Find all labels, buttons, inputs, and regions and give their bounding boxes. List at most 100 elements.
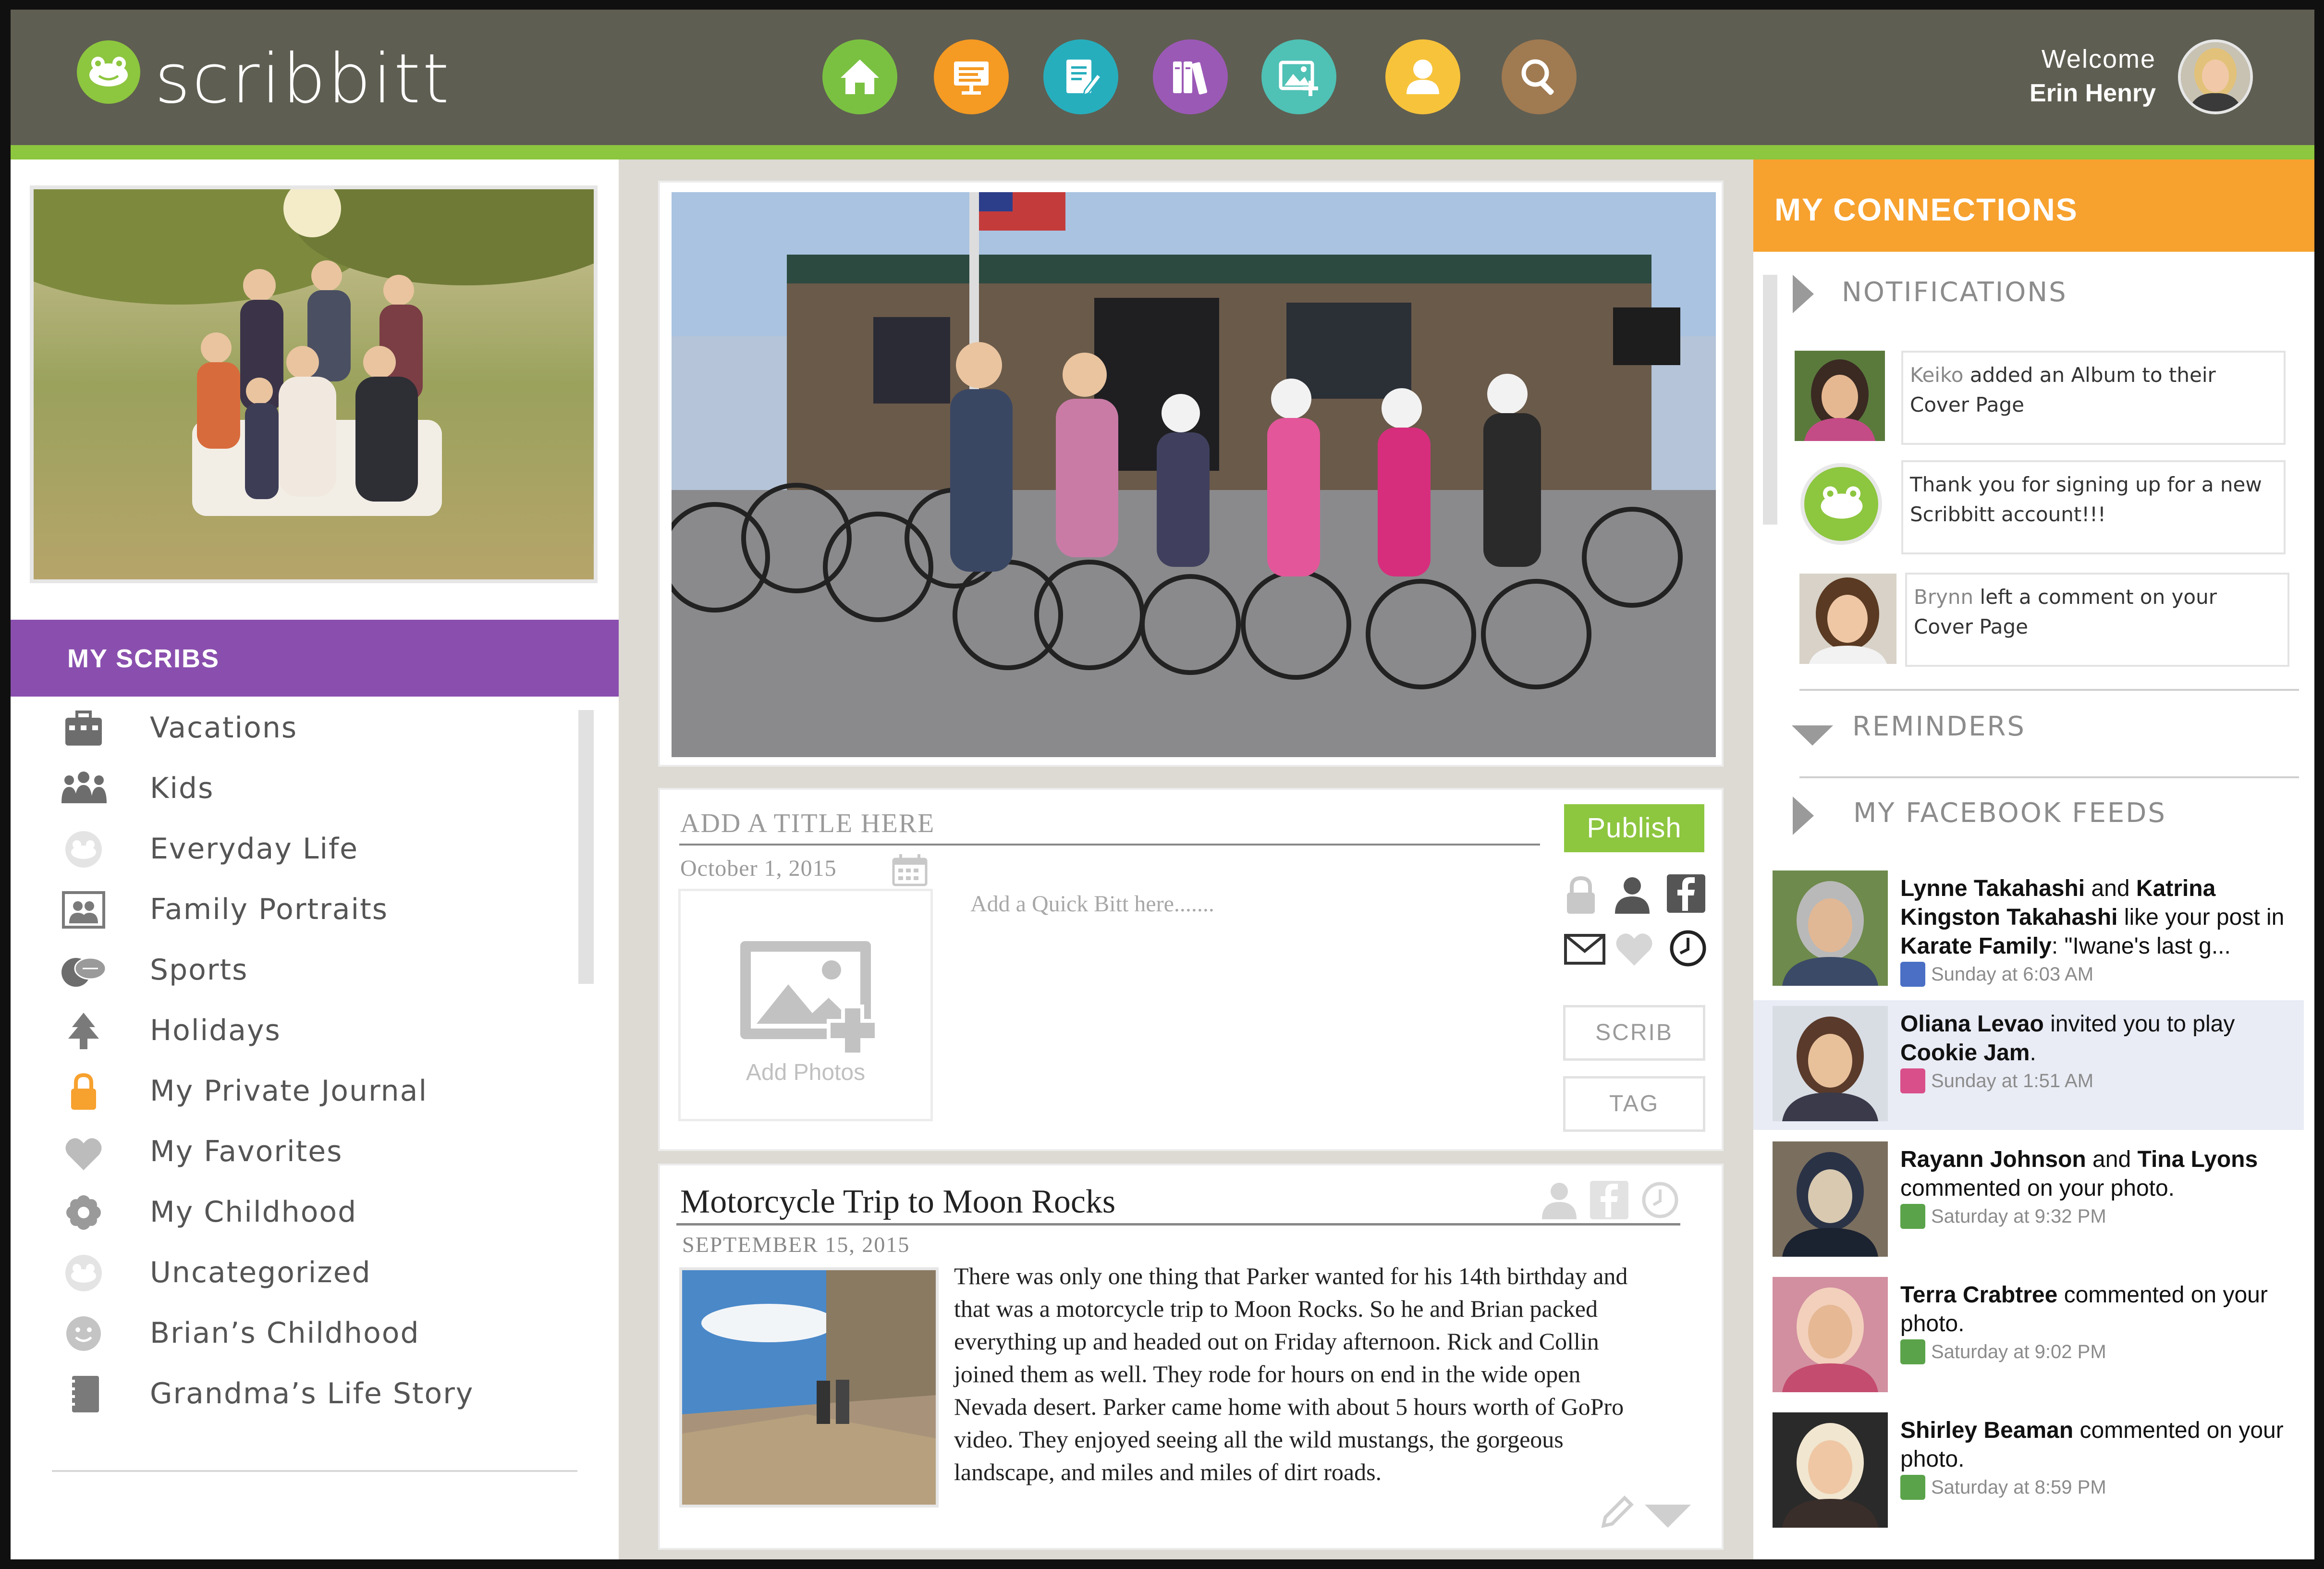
feed-timestamp: Saturday at 8:59 PM (1931, 1477, 2106, 1498)
lock-icon (59, 1071, 109, 1112)
post-card: Motorcycle Trip to Moon Rocks SEPTEMBER … (658, 1164, 1724, 1550)
feed-avatar[interactable] (1773, 1277, 1888, 1392)
comment-icon (1900, 1204, 1925, 1229)
tag-button[interactable]: TAG (1563, 1076, 1705, 1132)
notebook-icon (59, 1374, 109, 1414)
feed-avatar[interactable] (1773, 1141, 1888, 1257)
my-scribs-title: MY SCRIBS (67, 644, 220, 673)
sidebar-item-uncategorized[interactable]: Uncategorized (11, 1246, 563, 1299)
feed-avatar[interactable] (1773, 1006, 1888, 1121)
flower-icon (59, 1192, 109, 1233)
facebook-feed-item[interactable]: Terra Crabtree commented on your photo. S… (1753, 1271, 2304, 1401)
sidebar-item-label: Holidays (150, 1014, 281, 1047)
sidebar-item-label: Vacations (150, 711, 298, 745)
brynn-avatar[interactable] (1799, 574, 1896, 664)
cover-family-photo[interactable] (30, 185, 598, 583)
comment-icon (1900, 1475, 1925, 1500)
reminders-label[interactable]: REMINDERS (1852, 711, 2026, 742)
sidebar-item-sports[interactable]: Sports (11, 944, 563, 996)
notifications-toggle-icon[interactable] (1793, 275, 1814, 313)
notification-item[interactable]: Thank you for signing up for a new Scrib… (1901, 460, 2286, 554)
search-icon[interactable] (1502, 39, 1577, 114)
connections-header: MY CONNECTIONS (1753, 159, 2314, 252)
sidebar-item-my-childhood[interactable]: My Childhood (11, 1186, 563, 1238)
heart-icon (59, 1132, 109, 1172)
sidebar-item-my-private-journal[interactable]: My Private Journal (11, 1065, 563, 1117)
quick-bitt-input[interactable]: Add a Quick Bitt here....... (970, 891, 1214, 917)
post-share-people-icon[interactable] (1539, 1180, 1579, 1220)
notifications-scrollbar[interactable] (1763, 275, 1777, 525)
divider (1799, 776, 2299, 778)
post-clock-icon[interactable] (1640, 1180, 1680, 1220)
user-name[interactable]: Erin Henry (2030, 79, 2156, 108)
sidebar-item-holidays[interactable]: Holidays (11, 1004, 563, 1057)
sidebar-item-kids[interactable]: Kids (11, 762, 563, 815)
notification-author: Brynn (1914, 585, 1974, 609)
heart-icon[interactable] (1615, 932, 1653, 967)
title-input[interactable]: ADD A TITLE HERE (680, 808, 935, 839)
avatar[interactable] (2178, 39, 2253, 114)
app-window: scribbitt Welcome Erin Henry MY SCRIBS V… (11, 10, 2314, 1559)
home-icon[interactable] (822, 39, 897, 114)
featured-photo-frame (658, 181, 1724, 767)
facebook-icon[interactable] (1667, 874, 1705, 913)
person-icon[interactable] (1385, 39, 1460, 114)
feed-text: Oliana Levao invited you to play Cookie … (1900, 1011, 2235, 1066)
date-field[interactable]: October 1, 2015 (680, 855, 837, 882)
suitcase-icon (59, 708, 109, 748)
books-icon[interactable] (1153, 39, 1228, 114)
publish-button[interactable]: Publish (1564, 804, 1704, 852)
add-photos-dropzone[interactable]: Add Photos (678, 889, 933, 1121)
facebook-feeds-toggle-icon[interactable] (1793, 797, 1814, 835)
post-title-underline (676, 1223, 1680, 1226)
notification-item[interactable]: Keiko added an Album to their Cover Page (1901, 351, 2286, 445)
feed-timestamp: Saturday at 9:02 PM (1931, 1341, 2106, 1362)
accent-divider (11, 145, 2314, 159)
pencil-icon[interactable] (1599, 1492, 1637, 1531)
expand-down-icon[interactable] (1645, 1505, 1691, 1529)
add-photos-label: Add Photos (746, 1060, 866, 1085)
sidebar-item-grandma-s-life-story[interactable]: Grandma’s Life Story (11, 1367, 563, 1420)
add-photo-icon[interactable] (1261, 39, 1336, 114)
feed-avatar[interactable] (1773, 1412, 1888, 1528)
post-photo[interactable] (679, 1267, 939, 1508)
brand-logo-text[interactable]: scribbitt (155, 39, 451, 119)
notifications-label[interactable]: NOTIFICATIONS (1842, 277, 2067, 308)
portrait-icon (59, 890, 109, 930)
post-title[interactable]: Motorcycle Trip to Moon Rocks (680, 1183, 1115, 1221)
reminders-toggle-icon[interactable] (1792, 725, 1833, 746)
sidebar-item-label: Sports (150, 953, 248, 987)
sidebar-item-label: Everyday Life (150, 832, 359, 866)
notification-text: Thank you for signing up for a new Scrib… (1910, 473, 2262, 526)
facebook-feed-item[interactable]: Rayann Johnson and Tina Lyons commented … (1753, 1136, 2304, 1265)
post-date: SEPTEMBER 15, 2015 (682, 1232, 910, 1257)
sidebar-item-everyday-life[interactable]: Everyday Life (11, 822, 563, 875)
composer-panel: ADD A TITLE HERE October 1, 2015 Add Pho… (658, 788, 1724, 1151)
featured-bike-photo[interactable] (672, 192, 1716, 757)
presentation-icon[interactable] (934, 39, 1009, 114)
post-facebook-icon[interactable] (1590, 1181, 1628, 1219)
sidebar-item-family-portraits[interactable]: Family Portraits (11, 883, 563, 936)
sidebar-item-label: Uncategorized (150, 1256, 371, 1289)
left-sidebar: MY SCRIBS Vacations Kids Everyday Life Fami… (11, 159, 619, 1559)
email-icon[interactable] (1564, 934, 1605, 965)
edit-note-icon[interactable] (1043, 39, 1118, 114)
logo-frog-icon[interactable] (77, 40, 140, 104)
share-people-icon[interactable] (1612, 874, 1652, 915)
sidebar-item-my-favorites[interactable]: My Favorites (11, 1125, 563, 1178)
feed-avatar[interactable] (1773, 870, 1888, 986)
scrib-button[interactable]: SCRIB (1563, 1005, 1705, 1061)
divider (52, 1470, 577, 1472)
clock-icon[interactable] (1669, 929, 1707, 968)
facebook-feed-item[interactable]: Shirley Beaman commented on your photo. S… (1753, 1407, 2304, 1536)
facebook-feed-item[interactable]: Lynne Takahashi and Katrina Kingston Tak… (1753, 865, 2304, 994)
lock-icon[interactable] (1565, 876, 1597, 915)
sidebar-item-brian-s-childhood[interactable]: Brian’s Childhood (11, 1307, 563, 1360)
facebook-feed-item[interactable]: Oliana Levao invited you to play Cookie … (1753, 1000, 2304, 1130)
calendar-icon[interactable] (892, 853, 928, 887)
notification-item[interactable]: Brynn left a comment on your Cover Page (1905, 573, 2289, 667)
sidebar-item-vacations[interactable]: Vacations (11, 701, 563, 754)
keiko-avatar[interactable] (1795, 351, 1885, 441)
scrib-list-scrollbar[interactable] (578, 710, 594, 984)
facebook-feeds-label[interactable]: MY FACEBOOK FEEDS (1853, 797, 2166, 829)
